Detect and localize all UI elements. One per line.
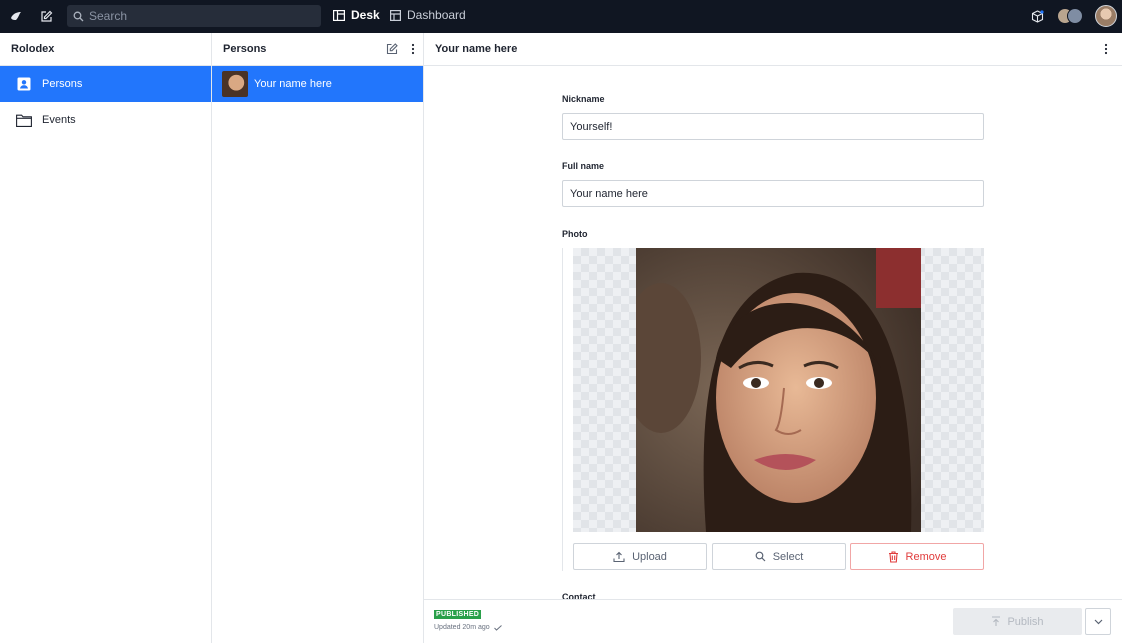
remove-label: Remove <box>905 550 947 563</box>
nav-desk[interactable]: Desk <box>333 8 380 22</box>
more-menu-icon[interactable] <box>411 43 415 55</box>
checkmark-icon <box>493 624 502 631</box>
compose-icon[interactable] <box>35 5 57 27</box>
pane-header: Rolodex <box>0 33 211 66</box>
pane-title: Rolodex <box>11 43 55 55</box>
publish-menu-button[interactable] <box>1085 608 1111 635</box>
publish-label: Publish <box>1007 615 1044 628</box>
upload-icon <box>613 551 625 562</box>
package-icon[interactable] <box>1026 5 1048 27</box>
list-item-label: Your name here <box>254 78 332 90</box>
pane-item-label: Persons <box>42 78 83 90</box>
nickname-field[interactable] <box>562 113 984 140</box>
top-navbar: Desk Dashboard <box>0 0 1122 33</box>
collaborator-avatars[interactable] <box>1057 8 1083 24</box>
remove-button[interactable]: Remove <box>850 543 984 570</box>
photo-label: Photo <box>562 229 588 239</box>
fullname-label: Full name <box>562 161 605 171</box>
search-input[interactable] <box>89 9 309 23</box>
nav-dashboard-label: Dashboard <box>407 8 466 22</box>
trash-icon <box>888 550 898 563</box>
image-preview[interactable] <box>573 248 984 532</box>
search-icon <box>73 11 84 21</box>
status-badge: PUBLISHED <box>434 610 482 619</box>
nickname-label: Nickname <box>562 94 605 104</box>
contact-card-icon <box>17 77 31 91</box>
chevron-down-icon <box>1094 619 1102 624</box>
user-avatar[interactable] <box>1095 5 1117 27</box>
select-button[interactable]: Select <box>712 543 846 570</box>
updated-status: Updated 20m ago <box>434 624 502 631</box>
publish-icon <box>992 616 1001 626</box>
person-thumbnail <box>222 71 248 97</box>
document-pane: Your name here <box>424 33 1122 66</box>
pane-item-events[interactable]: Events <box>0 102 211 138</box>
desk-icon <box>333 9 345 21</box>
more-menu-icon[interactable] <box>1104 43 1108 55</box>
dashboard-icon <box>390 9 401 21</box>
search-icon <box>755 551 766 562</box>
list-item[interactable]: Your name here <box>212 66 423 102</box>
pane-header: Persons <box>212 33 423 66</box>
search-box[interactable] <box>67 5 321 27</box>
pane-title: Persons <box>223 43 267 55</box>
pane-item-persons[interactable]: Persons <box>0 66 211 102</box>
document-title: Your name here <box>435 43 518 55</box>
nav-desk-label: Desk <box>351 8 380 22</box>
photo-field-border <box>562 248 563 571</box>
avatar <box>1067 8 1083 24</box>
select-label: Select <box>772 550 804 563</box>
updated-text: Updated 20m ago <box>434 624 490 631</box>
portrait-photo <box>636 248 921 532</box>
folder-icon <box>16 114 32 127</box>
studio-logo-icon[interactable] <box>5 5 27 27</box>
pane-item-label: Events <box>42 114 76 126</box>
upload-button[interactable]: Upload <box>573 543 707 570</box>
publish-button[interactable]: Publish <box>953 608 1082 635</box>
tool-pane: Rolodex Persons Events <box>0 33 212 643</box>
fullname-field[interactable] <box>562 180 984 207</box>
document-footer: PUBLISHED Updated 20m ago Publish <box>424 599 1122 643</box>
document-list-pane: Persons Your name here <box>212 33 424 643</box>
nav-dashboard[interactable]: Dashboard <box>390 8 466 22</box>
upload-label: Upload <box>632 550 667 563</box>
create-document-icon[interactable] <box>386 43 398 55</box>
